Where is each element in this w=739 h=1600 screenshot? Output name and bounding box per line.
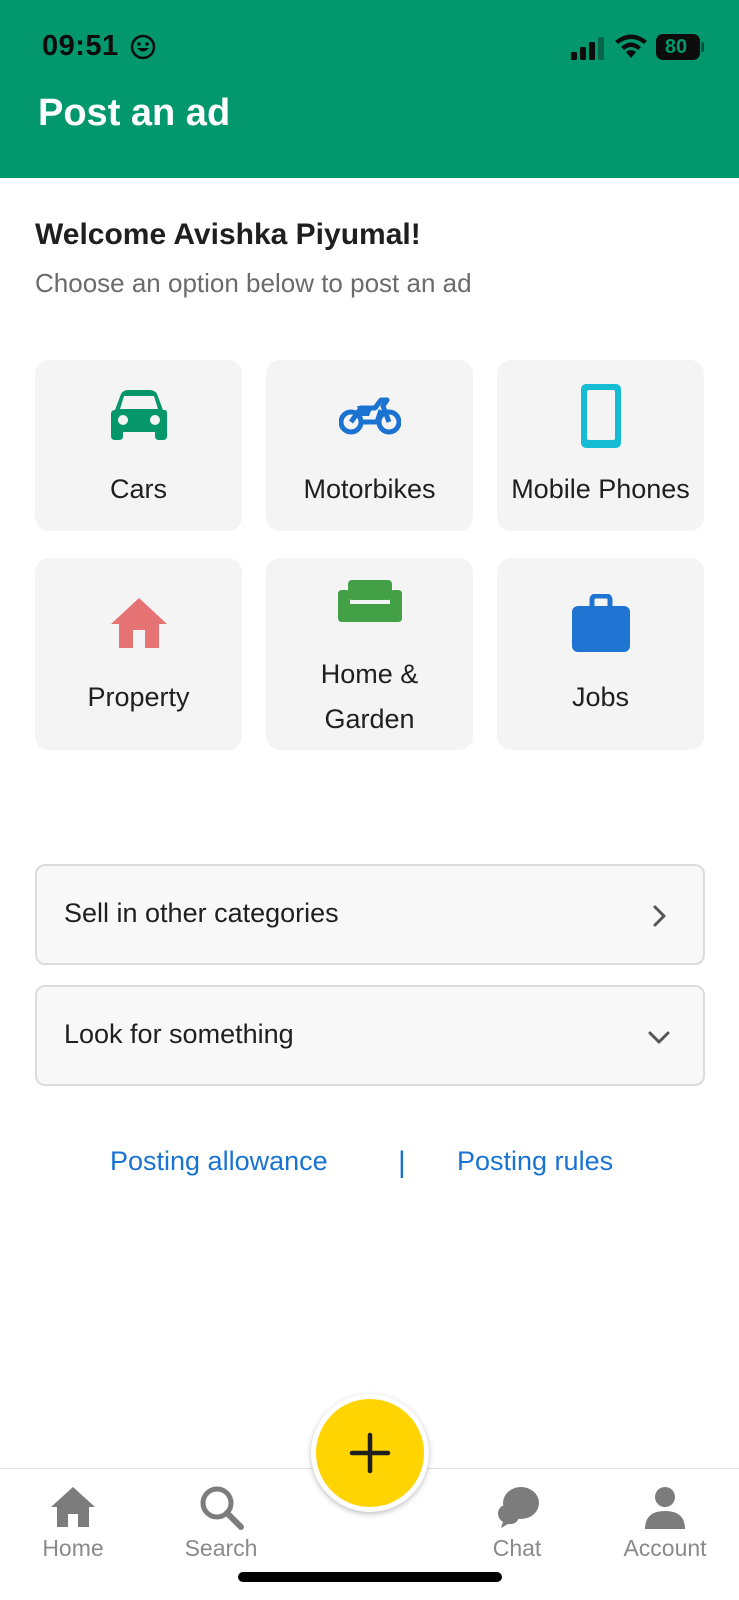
motorbike-icon <box>338 397 401 435</box>
chat-icon <box>498 1487 539 1528</box>
plus-icon <box>349 1432 391 1474</box>
nav-account[interactable]: Account <box>605 1483 725 1573</box>
category-label: Property <box>87 682 190 712</box>
home-indicator <box>238 1572 502 1582</box>
battery-icon: 80 <box>656 34 704 60</box>
wifi-icon <box>615 34 647 58</box>
welcome-heading: Welcome Avishka Piyumal! <box>35 218 421 251</box>
house-icon <box>110 598 167 648</box>
nav-account-label: Account <box>623 1535 707 1561</box>
chevron-right-icon <box>653 905 666 927</box>
sell-other-categories-button[interactable]: Sell in other categories <box>35 864 705 965</box>
posting-links: Posting allowance | Posting rules <box>0 1146 739 1186</box>
nav-home-label: Home <box>42 1535 104 1561</box>
nav-chat-label: Chat <box>492 1535 542 1561</box>
post-ad-fab[interactable] <box>311 1394 429 1512</box>
briefcase-icon <box>571 594 630 652</box>
category-label: Jobs <box>571 682 630 712</box>
category-tile-property[interactable]: Property <box>35 558 242 750</box>
category-label: Mobile Phones <box>511 474 690 504</box>
page-title: Post an ad <box>38 92 231 134</box>
posting-rules-link[interactable]: Posting rules <box>457 1146 613 1177</box>
nav-search[interactable]: Search <box>161 1483 281 1573</box>
welcome-subtitle: Choose an option below to post an ad <box>35 268 472 298</box>
app-header: 09:51 80 Post an ad <box>0 0 739 178</box>
status-bar: 09:51 80 <box>0 0 739 90</box>
category-tile-motorbikes[interactable]: Motorbikes <box>266 360 473 531</box>
smiley-icon <box>130 34 156 60</box>
battery-level: 80 <box>664 36 688 58</box>
mobile-phone-icon <box>580 384 621 448</box>
nav-search-label: Search <box>184 1535 258 1561</box>
car-icon <box>110 390 167 440</box>
look-for-something-button[interactable]: Look for something <box>35 985 705 1086</box>
posting-allowance-link[interactable]: Posting allowance <box>110 1146 328 1177</box>
sell-other-categories-label: Sell in other categories <box>64 898 339 928</box>
sofa-icon <box>337 580 402 622</box>
chevron-down-icon <box>648 1031 670 1044</box>
account-icon <box>645 1487 685 1529</box>
category-label: Motorbikes <box>303 474 436 504</box>
category-tile-mobile-phones[interactable]: Mobile Phones <box>497 360 704 531</box>
category-tile-home-garden[interactable]: Home & Garden <box>266 558 473 750</box>
category-tile-cars[interactable]: Cars <box>35 360 242 531</box>
category-label-line2: Garden <box>324 704 415 734</box>
status-time: 09:51 <box>42 30 119 62</box>
search-icon <box>200 1486 244 1530</box>
category-label-line1: Home & <box>320 659 419 689</box>
nav-home[interactable]: Home <box>13 1483 133 1573</box>
category-label: Cars <box>109 474 167 504</box>
category-tile-jobs[interactable]: Jobs <box>497 558 704 750</box>
cellular-signal-icon <box>571 37 604 60</box>
nav-chat[interactable]: Chat <box>457 1483 577 1573</box>
link-separator: | <box>398 1146 406 1179</box>
home-icon <box>51 1487 95 1527</box>
look-for-something-label: Look for something <box>64 1019 294 1049</box>
